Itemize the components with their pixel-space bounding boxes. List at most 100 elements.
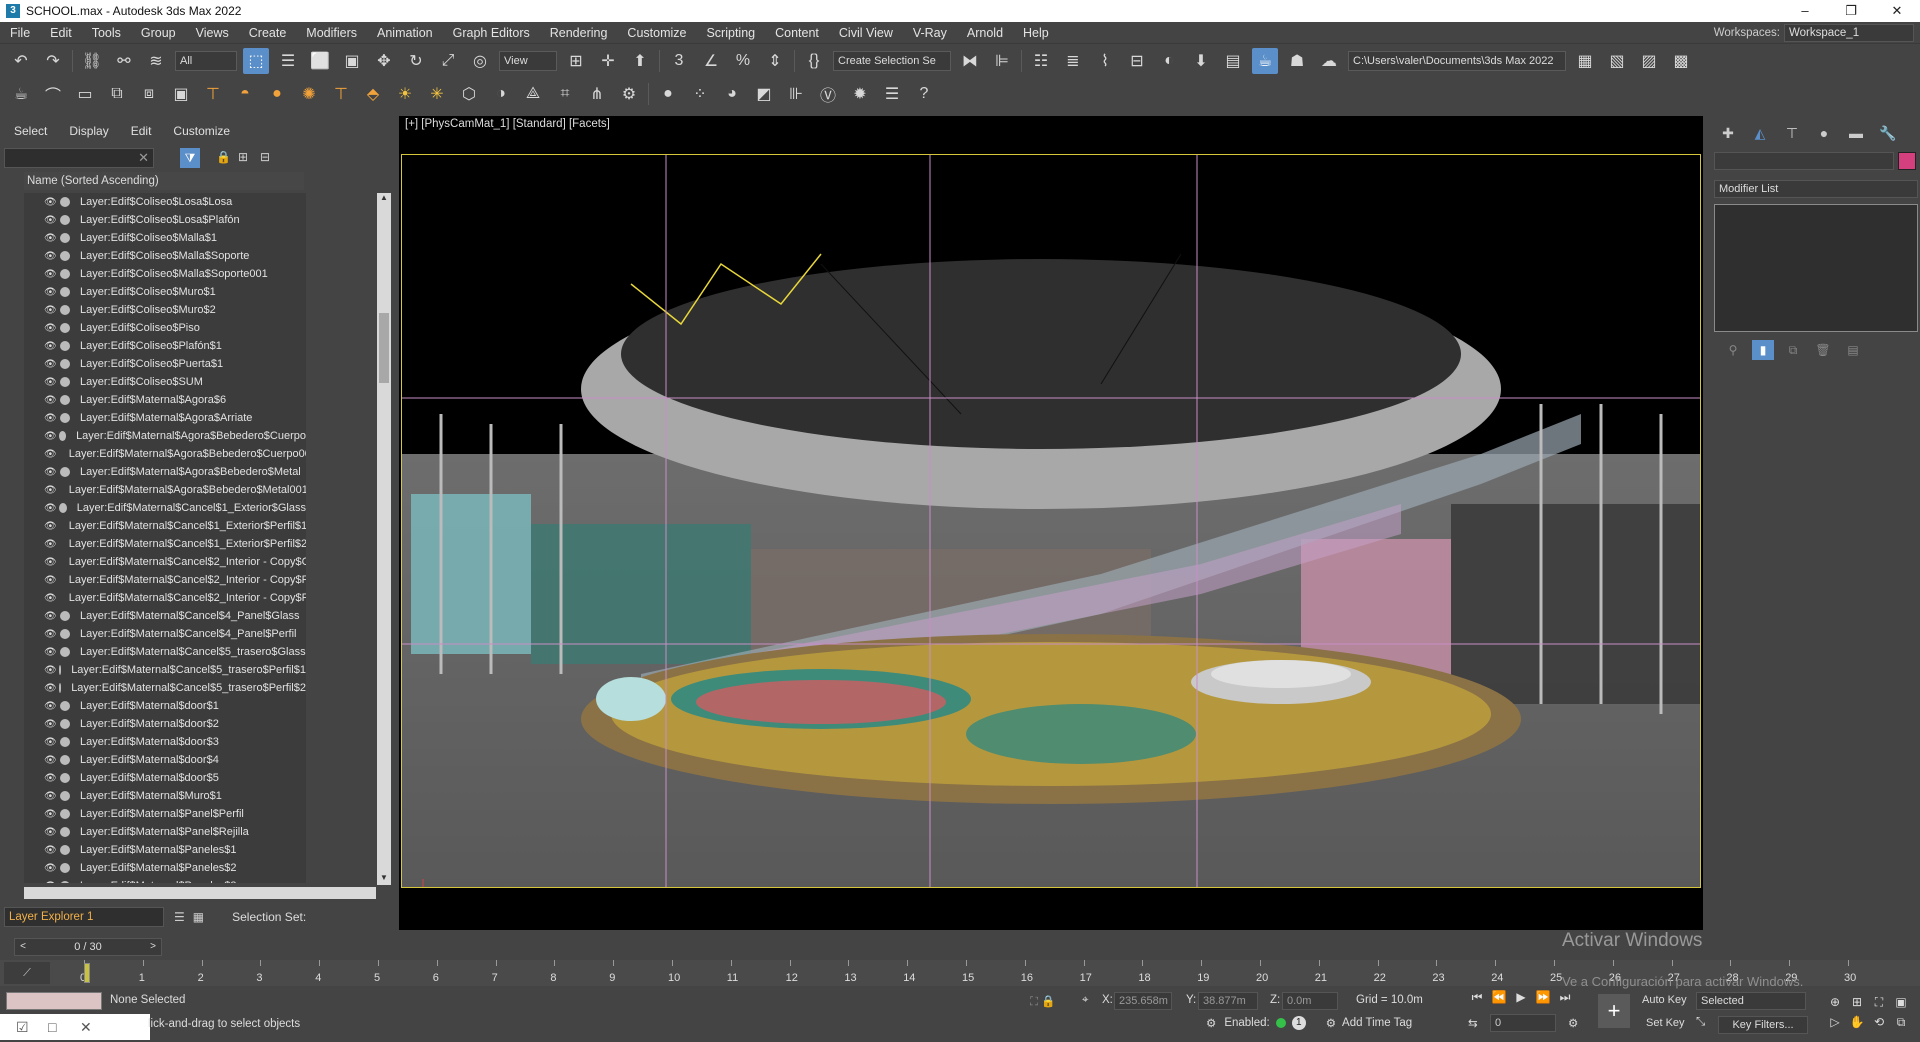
teapot-icon[interactable]: ☕: [8, 81, 34, 107]
utilities-tab-icon[interactable]: 🔧: [1872, 122, 1904, 144]
menu-graph-editors[interactable]: Graph Editors: [443, 26, 540, 40]
keyboard-shortcut-icon[interactable]: ⬆: [627, 48, 653, 74]
add-time-tag[interactable]: Add Time Tag: [1342, 1017, 1412, 1029]
visibility-eye-icon[interactable]: 👁: [44, 395, 58, 406]
vray-displacement-icon[interactable]: ⚙: [616, 81, 642, 107]
visibility-eye-icon[interactable]: 👁: [44, 593, 57, 604]
visibility-eye-icon[interactable]: 👁: [44, 665, 57, 676]
layer-row[interactable]: 👁 Layer:Edif$Maternal$Cancel$5_trasero$Pe…: [24, 679, 306, 697]
menu-create[interactable]: Create: [239, 26, 297, 40]
layer-row[interactable]: 👁 Layer:Edif$Maternal$Agora$Arriate: [24, 409, 306, 427]
modifier-stack[interactable]: [1714, 204, 1918, 332]
field-of-view-icon[interactable]: ▷: [1824, 1012, 1846, 1032]
layer-row[interactable]: 👁 Layer:Edif$Maternal$Cancel$1_Exterior$P…: [24, 517, 306, 535]
menu-civil-view[interactable]: Civil View: [829, 26, 903, 40]
create-tab-icon[interactable]: ✚: [1712, 122, 1744, 144]
time-slider[interactable]: < 0 / 30 >: [14, 938, 162, 956]
curve-editor-toggle[interactable]: ⟋: [4, 962, 50, 984]
project-open-icon[interactable]: ▧: [1604, 48, 1630, 74]
hierarchy-icon[interactable]: ⊞: [236, 150, 250, 164]
visibility-eye-icon[interactable]: 👁: [44, 701, 58, 712]
absolute-mode-icon[interactable]: ⌖: [1082, 994, 1088, 1007]
layer-row[interactable]: 👁 Layer:Edif$Maternal$Cancel$4_Panel$Glas…: [24, 607, 306, 625]
select-by-name-icon[interactable]: ☰: [275, 48, 301, 74]
visibility-eye-icon[interactable]: 👁: [44, 863, 58, 874]
visibility-eye-icon[interactable]: 👁: [44, 755, 58, 766]
ambient-light-icon[interactable]: ⬘: [360, 81, 386, 107]
pan-icon[interactable]: ✋: [1846, 1012, 1868, 1032]
maximize-viewport-icon[interactable]: ⧉: [1890, 1012, 1912, 1032]
visibility-eye-icon[interactable]: 👁: [44, 539, 57, 550]
project-save-icon[interactable]: ▨: [1636, 48, 1662, 74]
ies-light-icon[interactable]: ✺: [296, 81, 322, 107]
layer-row[interactable]: 👁 Layer:Edif$Coliseo$Muro$2: [24, 301, 306, 319]
layer-row[interactable]: 👁 Layer:Edif$Maternal$door$5: [24, 769, 306, 787]
material-picker-icon[interactable]: ◕: [719, 81, 745, 107]
y-coordinate-field[interactable]: 38.877m: [1198, 992, 1258, 1010]
object-name-field[interactable]: [1714, 152, 1894, 170]
maxscript-listener[interactable]: [6, 992, 102, 1010]
project-folder-icon[interactable]: ▦: [1572, 48, 1598, 74]
spot-light-icon[interactable]: ⊤: [328, 81, 354, 107]
layer-row[interactable]: 👁 Layer:Edif$Maternal$Cancel$2_Interior -…: [24, 589, 306, 607]
lock-selection-icon[interactable]: ⛶ 🔒: [1030, 994, 1056, 1009]
explorer-dropdown[interactable]: Layer Explorer 1: [4, 907, 164, 927]
key-mode-icon[interactable]: ⇆: [1468, 1016, 1478, 1030]
visibility-eye-icon[interactable]: 👁: [44, 611, 58, 622]
visibility-eye-icon[interactable]: 👁: [44, 503, 57, 514]
visibility-eye-icon[interactable]: 👁: [44, 521, 57, 532]
material-sphere-icon[interactable]: ●: [655, 81, 681, 107]
vray-sphere-icon[interactable]: ⟁: [520, 81, 546, 107]
vray-fur-icon[interactable]: ⋔: [584, 81, 610, 107]
x-coordinate-field[interactable]: 235.658m: [1114, 992, 1172, 1010]
motion-tab-icon[interactable]: ●: [1808, 122, 1840, 144]
dome-light-icon[interactable]: ◓: [232, 81, 258, 107]
layer-row[interactable]: 👁 Layer:Edif$Maternal$door$3: [24, 733, 306, 751]
vantage-icon[interactable]: Ⓥ: [815, 81, 841, 107]
visibility-eye-icon[interactable]: 👁: [44, 719, 58, 730]
spinner-snap-icon[interactable]: ⇕: [762, 48, 788, 74]
time-marker[interactable]: [84, 963, 90, 983]
render-production-icon[interactable]: ☕: [1252, 48, 1278, 74]
visibility-eye-icon[interactable]: 👁: [44, 359, 58, 370]
minimize-button[interactable]: –: [1782, 0, 1828, 22]
layer-row[interactable]: 👁 Layer:Edif$Maternal$Cancel$2_Interior -…: [24, 553, 306, 571]
workspace-dropdown[interactable]: Workspace_1: [1784, 24, 1914, 42]
select-object-icon[interactable]: ⬚: [243, 48, 269, 74]
layer-row[interactable]: 👁 Layer:Edif$Maternal$Panel$Perfil: [24, 805, 306, 823]
layer-row[interactable]: 👁 Layer:Edif$Maternal$Cancel$5_trasero$Gl…: [24, 643, 306, 661]
reference-coordinate-dropdown[interactable]: View: [499, 51, 557, 71]
visibility-eye-icon[interactable]: 👁: [44, 737, 58, 748]
hierarchy-tab-icon[interactable]: ⊤: [1776, 122, 1808, 144]
layer-row[interactable]: 👁 Layer:Edif$Coliseo$Losa$Losa: [24, 193, 306, 211]
orbit-icon[interactable]: ⟲: [1868, 1012, 1890, 1032]
set-key-label[interactable]: Set Key: [1646, 1017, 1685, 1029]
enabled-toggle[interactable]: [1275, 1018, 1286, 1028]
menu-arnold[interactable]: Arnold: [957, 26, 1013, 40]
move-icon[interactable]: ✥: [371, 48, 397, 74]
remove-modifier-icon[interactable]: 🗑: [1812, 340, 1834, 360]
layer-row[interactable]: 👁 Layer:Edif$Maternal$Cancel$1_Exterior$P…: [24, 535, 306, 553]
rendered-frame-icon[interactable]: ▤: [1220, 48, 1246, 74]
info-icon[interactable]: 1: [1291, 1016, 1306, 1030]
make-unique-icon[interactable]: ⧉: [1782, 340, 1804, 360]
selection-sets-icon[interactable]: ▦: [193, 910, 204, 924]
select-manipulate-icon[interactable]: ✛: [595, 48, 621, 74]
visibility-eye-icon[interactable]: 👁: [44, 557, 57, 568]
selection-filter-dropdown[interactable]: All: [175, 51, 237, 71]
play-icon[interactable]: ▶: [1510, 990, 1532, 1005]
menu-vray[interactable]: V-Ray: [903, 26, 957, 40]
proxy-icon[interactable]: ⧉: [104, 81, 130, 107]
layer-row[interactable]: 👁 Layer:Edif$Coliseo$Malla$Soporte: [24, 247, 306, 265]
help-icon[interactable]: ?: [911, 81, 937, 107]
modify-tab-icon[interactable]: ◭: [1744, 122, 1776, 144]
visibility-eye-icon[interactable]: 👁: [44, 647, 58, 658]
render-setup-icon[interactable]: ⬇: [1188, 48, 1214, 74]
percent-snap-icon[interactable]: %: [730, 48, 756, 74]
menu-rendering[interactable]: Rendering: [540, 26, 618, 40]
layer-tree-icon[interactable]: ⊟: [258, 150, 272, 164]
go-to-end-icon[interactable]: ⏭: [1554, 990, 1576, 1005]
sun-icon[interactable]: ☀: [392, 81, 418, 107]
layer-row[interactable]: 👁 Layer:Edif$Maternal$Agora$Bebedero$Meta…: [24, 481, 306, 499]
set-key-button[interactable]: +: [1598, 994, 1630, 1028]
